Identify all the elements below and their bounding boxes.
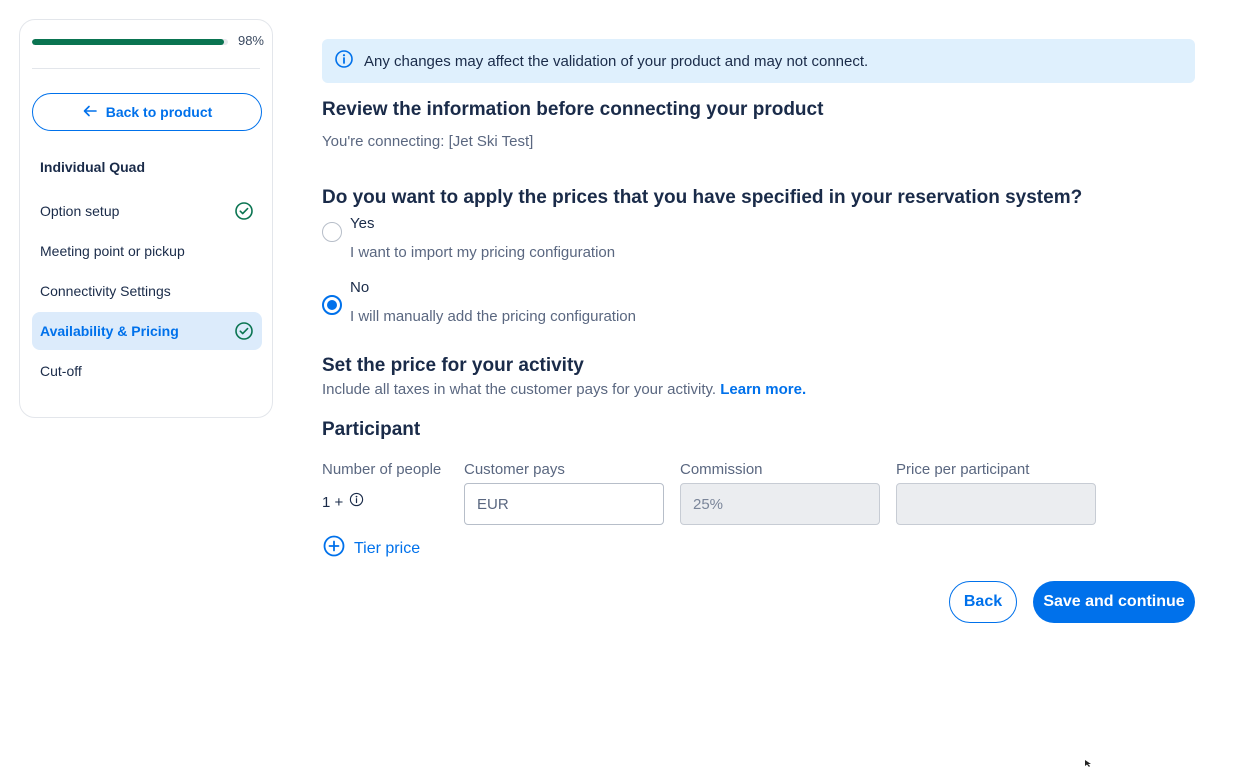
connecting-text: You're connecting: [Jet Ski Test] — [322, 133, 534, 150]
pricing-question: Do you want to apply the prices that you… — [322, 187, 1083, 208]
progress-indicator: 98% — [32, 33, 264, 49]
back-to-product-label: Back to product — [105, 104, 213, 120]
number-of-people: 1 + — [322, 492, 364, 511]
arrow-left-icon — [82, 103, 98, 122]
sidebar-divider — [32, 68, 260, 69]
sidebar-item-connectivity-settings[interactable]: Connectivity Settings — [32, 272, 262, 310]
price-heading: Set the price for your activity — [322, 355, 584, 376]
learn-more-link[interactable]: Learn more. — [720, 381, 806, 398]
sidebar-item-option-setup[interactable]: Option setup — [32, 192, 262, 230]
back-button[interactable]: Back — [949, 581, 1017, 623]
price-subtext: Include all taxes in what the customer p… — [322, 381, 806, 398]
radio-subtitle: I will manually add the pricing configur… — [350, 308, 636, 325]
sidebar-item-label: Individual Quad — [40, 159, 146, 175]
sidebar-item-availability-pricing[interactable]: Availability & Pricing — [32, 312, 262, 350]
radio-button-yes[interactable] — [322, 222, 342, 242]
banner-text: Any changes may affect the validation of… — [364, 52, 869, 70]
info-icon — [334, 49, 354, 73]
column-label-customer-pays: Customer pays — [464, 461, 565, 478]
plus-circle-icon — [322, 534, 346, 563]
sidebar-item-cut-off[interactable]: Cut-off — [32, 352, 262, 390]
progress-percent: 98% — [237, 33, 264, 48]
review-heading: Review the information before connecting… — [322, 99, 824, 120]
tier-price-button[interactable]: Tier price — [322, 534, 420, 563]
column-label-commission: Commission — [680, 461, 763, 478]
sidebar-item-label: Cut-off — [40, 363, 82, 379]
radio-subtitle: I want to import my pricing configuratio… — [350, 244, 616, 261]
check-circle-icon — [234, 321, 254, 341]
customer-pays-input[interactable]: EUR — [464, 483, 664, 525]
radio-option-no[interactable]: No I will manually add the pricing confi… — [322, 280, 636, 325]
sidebar-item-label: Option setup — [40, 203, 120, 219]
radio-title: No — [350, 279, 370, 296]
progress-bar-fill — [32, 39, 225, 45]
radio-title: Yes — [350, 215, 375, 232]
sidebar-item-label: Meeting point or pickup — [40, 243, 185, 259]
radio-option-yes[interactable]: Yes I want to import my pricing configur… — [322, 216, 615, 261]
progress-bar — [32, 39, 228, 45]
info-banner: Any changes may affect the validation of… — [322, 39, 1195, 83]
price-subtext-body: Include all taxes in what the customer p… — [322, 381, 717, 398]
people-value: 1 + — [322, 494, 344, 511]
sidebar-item-label: Connectivity Settings — [40, 283, 171, 299]
participant-heading: Participant — [322, 419, 421, 440]
mouse-cursor-icon — [1084, 754, 1092, 767]
radio-button-no[interactable] — [322, 295, 342, 315]
sidebar-item-individual-quad[interactable]: Individual Quad — [32, 148, 262, 186]
price-per-participant-field — [896, 483, 1096, 525]
sidebar-item-label: Availability & Pricing — [40, 323, 179, 339]
check-circle-icon — [234, 201, 254, 221]
back-to-product-button[interactable]: Back to product — [32, 93, 262, 131]
tier-price-label: Tier price — [354, 539, 421, 557]
info-icon[interactable] — [349, 492, 364, 511]
sidebar: 98% Back to product Individual Quad Opti… — [19, 19, 273, 418]
sidebar-item-meeting-point[interactable]: Meeting point or pickup — [32, 232, 262, 270]
column-label-people: Number of people — [322, 461, 442, 478]
save-and-continue-button[interactable]: Save and continue — [1033, 581, 1195, 623]
commission-field: 25% — [680, 483, 880, 525]
column-label-price-per-participant: Price per participant — [896, 461, 1030, 478]
